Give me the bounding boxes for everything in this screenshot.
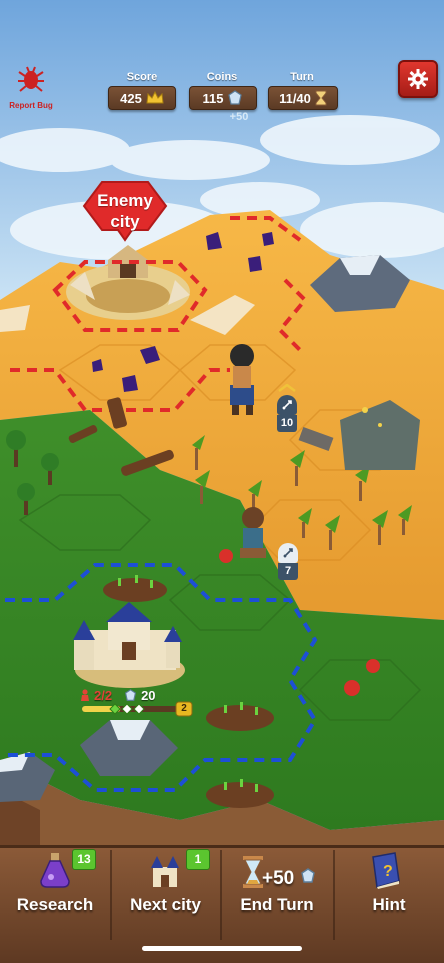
research-label: Research <box>16 895 94 914</box>
turn-label: Turn <box>290 71 314 83</box>
end-turn-label: End Turn <box>240 895 314 914</box>
next-city-button[interactable]: 1 Next city <box>111 845 220 925</box>
next-city-count: 1 <box>186 849 210 870</box>
star-coin-icon <box>228 90 243 105</box>
research-count: 13 <box>72 849 96 870</box>
city-income: 20 <box>141 687 156 703</box>
score-value: 425 <box>120 90 142 106</box>
player-unit-hp: 7 <box>278 563 298 580</box>
hint-button[interactable]: ? Hint <box>334 845 444 925</box>
enemy-city-banner[interactable]: Enemy city <box>82 180 168 242</box>
castle-icon <box>151 856 179 887</box>
svg-text:?: ? <box>383 863 393 880</box>
gear-icon <box>408 69 428 89</box>
enemy-unit-badge[interactable]: 10 <box>277 383 297 432</box>
enemy-city-label: Enemy city <box>82 190 168 232</box>
report-bug-button[interactable]: Report Bug <box>8 64 54 110</box>
city-info[interactable]: 2/2 20 <box>80 687 192 703</box>
coins-label: Coins <box>206 71 238 83</box>
city-level: 2 <box>181 703 187 714</box>
enemy-unit-hp: 10 <box>277 415 297 432</box>
player-warrior-unit <box>240 507 266 558</box>
star-coin-icon <box>125 688 137 701</box>
end-turn-reward-value: +50 <box>262 868 295 889</box>
enemy-city-label-line1: Enemy <box>97 191 153 210</box>
score-box: 425 <box>108 86 176 110</box>
potion-icon <box>40 853 70 888</box>
coins-value: 115 <box>202 90 224 106</box>
coins-income: +50 <box>229 111 249 123</box>
research-button[interactable]: 13 Research <box>0 845 110 925</box>
game-map[interactable] <box>0 0 444 960</box>
coins-box: 115 <box>189 86 257 110</box>
city-population: 2/2 <box>94 687 113 703</box>
next-city-label: Next city <box>130 895 201 914</box>
score-label: Score <box>126 71 158 83</box>
report-bug-label: Report Bug <box>9 101 53 110</box>
bug-icon <box>18 66 44 92</box>
settings-button[interactable] <box>398 60 438 98</box>
player-unit-badge[interactable]: 7 <box>278 543 298 580</box>
turn-value: 11/40 <box>279 90 311 106</box>
book-icon: ? <box>372 852 400 889</box>
crown-icon <box>146 91 164 104</box>
end-turn-reward: +50 <box>262 868 316 890</box>
population-icon <box>81 688 89 701</box>
enemy-archer-unit <box>230 344 254 415</box>
sword-icon <box>278 543 298 563</box>
turn-box: 11/40 <box>268 86 338 110</box>
chevron-up-icon <box>278 383 296 392</box>
sword-icon <box>277 395 297 415</box>
progress-diamonds <box>109 703 145 715</box>
star-coin-icon <box>300 868 315 883</box>
hint-label: Hint <box>372 895 406 914</box>
home-indicator[interactable] <box>142 946 302 951</box>
hourglass-icon <box>315 90 327 106</box>
enemy-city-label-line2: city <box>110 212 140 231</box>
